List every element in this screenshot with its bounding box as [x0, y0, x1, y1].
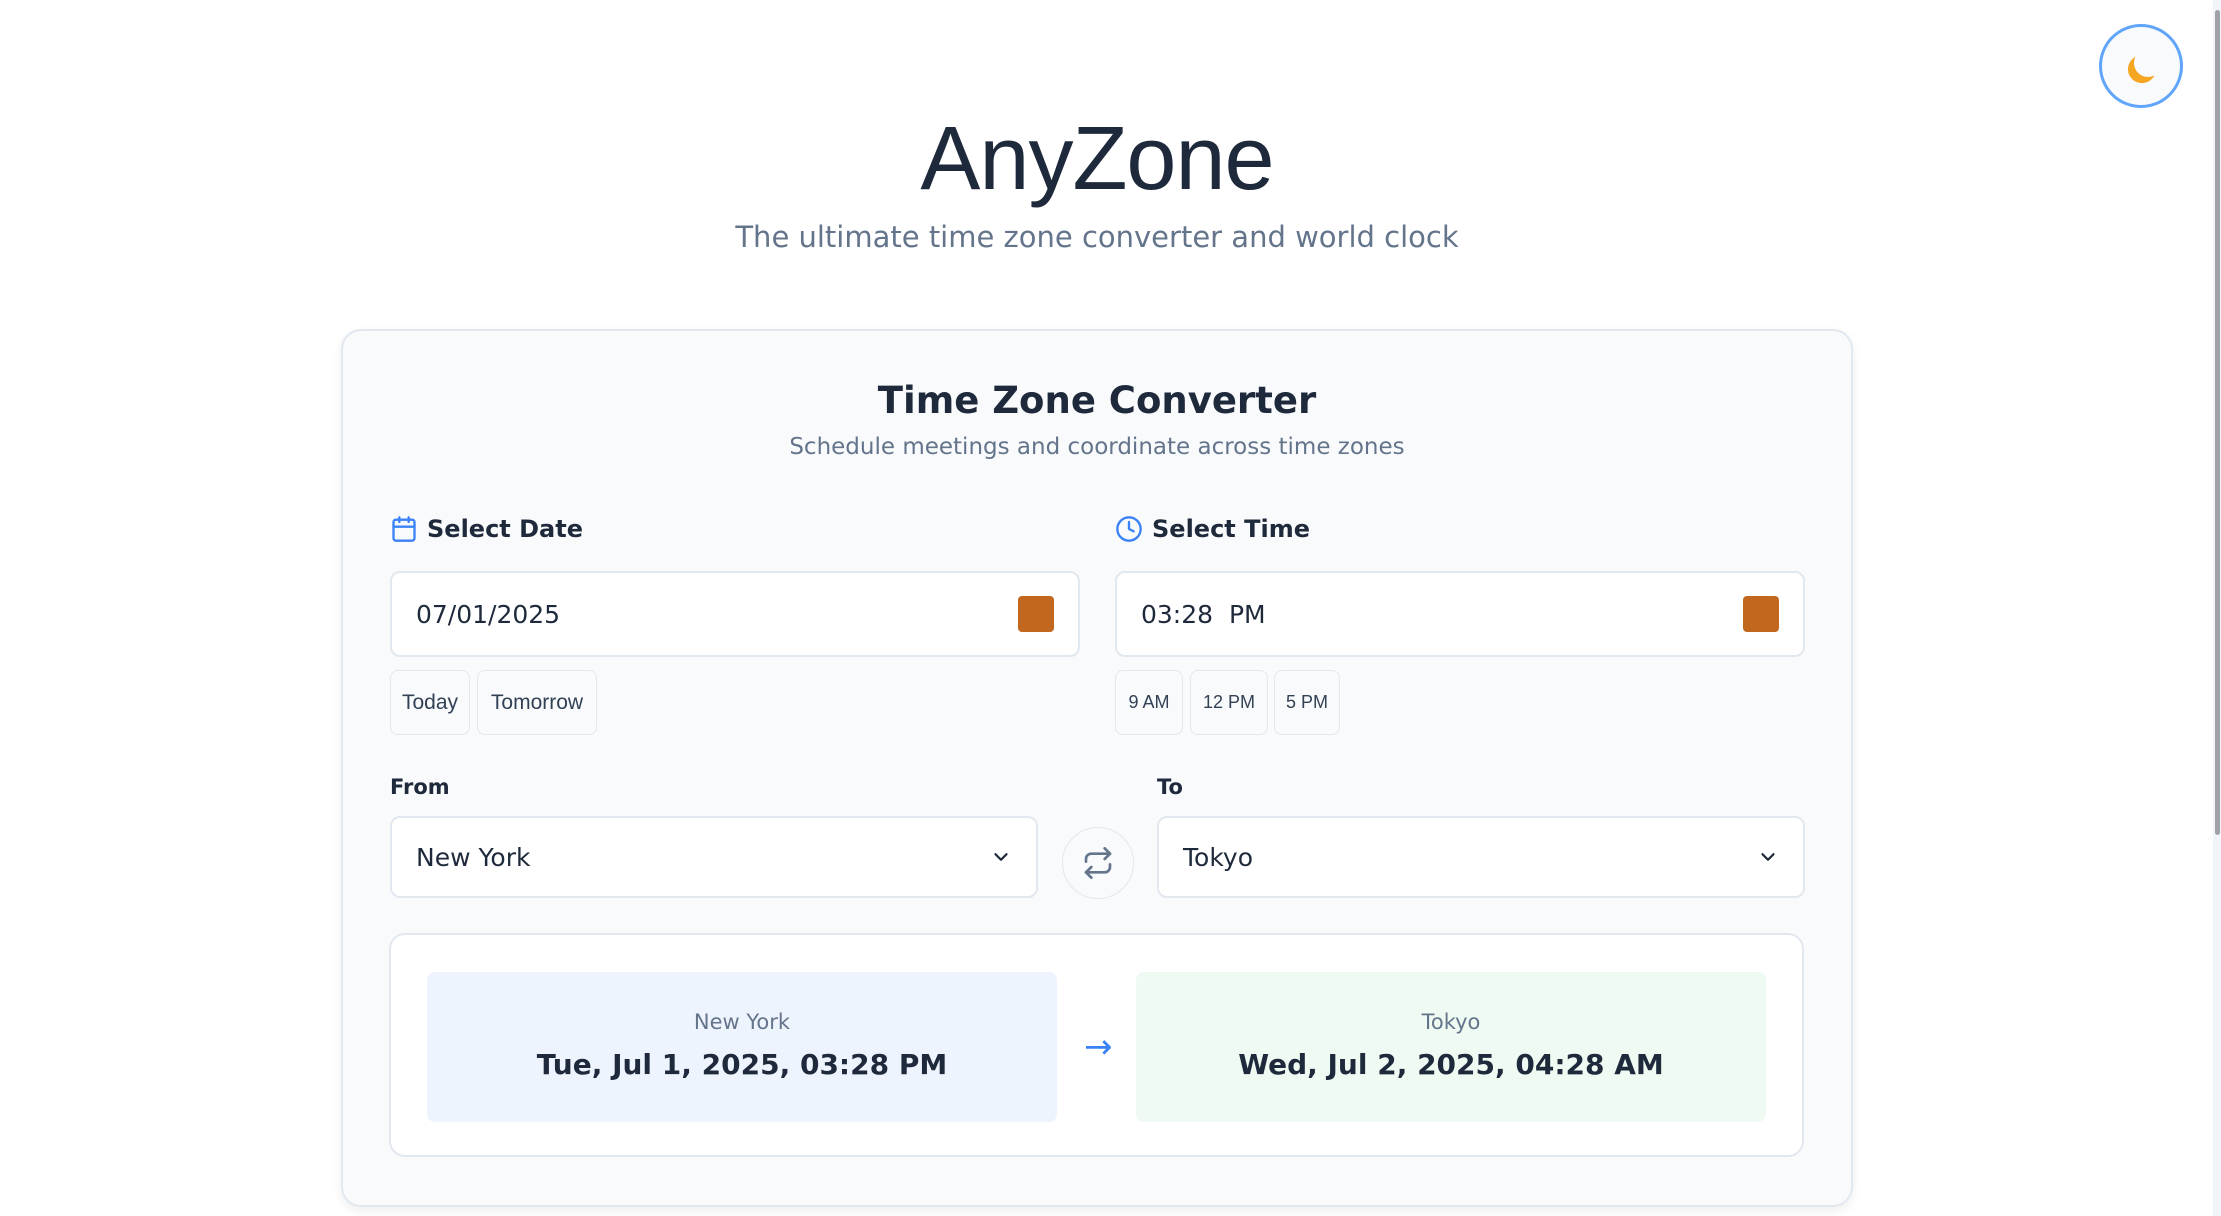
from-result-city: New York: [693, 1010, 791, 1034]
12pm-button[interactable]: 12 PM: [1190, 670, 1268, 735]
converter-title: Time Zone Converter: [877, 379, 1317, 422]
to-select-value: Tokyo: [1183, 842, 1253, 872]
today-button[interactable]: Today: [390, 670, 470, 735]
to-result-datetime: Wed, Jul 2, 2025, 04:28 AM: [1238, 1048, 1664, 1081]
9am-button[interactable]: 9 AM: [1115, 670, 1183, 735]
chevron-down-icon: [1757, 846, 1779, 868]
to-result-city: Tokyo: [1421, 1010, 1481, 1034]
select-date-label: Select Date: [390, 515, 583, 543]
scrollbar-track[interactable]: [2213, 0, 2221, 1216]
5pm-button[interactable]: 5 PM: [1274, 670, 1340, 735]
date-input[interactable]: 07/01/2025: [390, 571, 1080, 657]
scrollbar-thumb[interactable]: [2215, 10, 2220, 835]
result-arrow-icon: →: [1084, 1027, 1113, 1067]
converter-subtitle: Schedule meetings and coordinate across …: [789, 434, 1405, 460]
moon-icon: [2132, 47, 2164, 79]
from-result-datetime: Tue, Jul 1, 2025, 03:28 PM: [536, 1048, 948, 1081]
date-input-value: 07/01/2025: [416, 599, 561, 629]
calendar-picker-icon[interactable]: [1018, 596, 1054, 632]
calendar-icon: [392, 516, 416, 542]
swap-icon: [1084, 847, 1112, 879]
to-result-box: Tokyo Wed, Jul 2, 2025, 04:28 AM: [1136, 972, 1766, 1122]
from-select-value: New York: [416, 842, 531, 872]
time-input-value: 03:28 PM: [1141, 599, 1266, 629]
to-label: To: [1157, 775, 1183, 799]
swap-timezones-button[interactable]: [1062, 827, 1134, 899]
time-picker-icon[interactable]: [1743, 596, 1779, 632]
clock-icon: [1116, 516, 1142, 542]
from-select[interactable]: New York: [390, 816, 1038, 898]
to-select[interactable]: Tokyo: [1157, 816, 1805, 898]
from-result-box: New York Tue, Jul 1, 2025, 03:28 PM: [427, 972, 1057, 1122]
conversion-result-panel: New York Tue, Jul 1, 2025, 03:28 PM → To…: [389, 933, 1804, 1157]
select-date-text: Select Date: [427, 515, 583, 543]
from-label: From: [390, 775, 450, 799]
select-time-label: Select Time: [1115, 515, 1310, 543]
chevron-down-icon: [990, 846, 1012, 868]
tomorrow-button[interactable]: Tomorrow: [477, 670, 597, 735]
time-input[interactable]: 03:28 PM: [1115, 571, 1805, 657]
theme-toggle-button[interactable]: [2099, 24, 2183, 108]
select-time-text: Select Time: [1152, 515, 1311, 543]
app-title: AnyZone: [920, 109, 1274, 209]
app-subtitle: The ultimate time zone converter and wor…: [735, 220, 1459, 254]
